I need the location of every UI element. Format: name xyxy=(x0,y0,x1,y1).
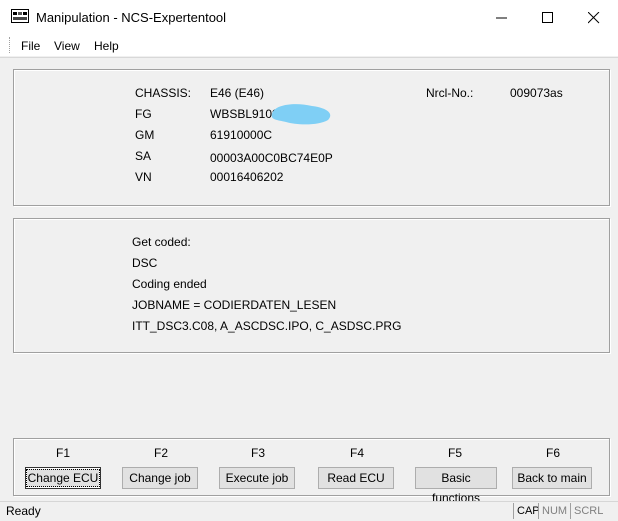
change-job-button[interactable]: Change job xyxy=(122,467,198,489)
fkey-label-f2: F2 xyxy=(153,446,168,460)
change-ecu-button[interactable]: Change ECU xyxy=(25,467,101,489)
menu-grip xyxy=(9,37,12,53)
nrcl-value: 009073as xyxy=(510,86,563,100)
basic-functions-button[interactable]: Basic functions xyxy=(415,467,497,505)
sa-label: SA xyxy=(135,149,152,163)
fg-label: FG xyxy=(135,107,152,121)
log-line: Get coded: xyxy=(132,235,191,249)
fkey-label-f5: F5 xyxy=(447,446,462,460)
maximize-button[interactable] xyxy=(525,0,571,34)
caps-lock-indicator: CAP xyxy=(513,503,540,519)
menu-file[interactable]: File xyxy=(21,39,40,53)
app-icon xyxy=(11,9,29,23)
minimize-button[interactable] xyxy=(479,0,525,34)
vn-value: 00016406202 xyxy=(210,170,284,184)
redaction-blob xyxy=(271,104,331,125)
vn-label: VN xyxy=(135,170,152,184)
fkey-label-f3: F3 xyxy=(250,446,265,460)
log-line: ITT_DSC3.C08, A_ASCDSC.IPO, C_ASDSC.PRG xyxy=(132,319,402,333)
status-text: Ready xyxy=(6,504,41,518)
fkey-label-f4: F4 xyxy=(349,446,364,460)
close-button[interactable] xyxy=(571,0,617,34)
chassis-label: CHASSIS: xyxy=(135,86,192,100)
read-ecu-button[interactable]: Read ECU xyxy=(318,467,394,489)
menu-bar xyxy=(0,34,618,56)
back-to-main-button[interactable]: Back to main xyxy=(512,467,592,489)
maximize-icon xyxy=(542,12,553,23)
menu-help[interactable]: Help xyxy=(94,39,119,53)
num-lock-indicator: NUM xyxy=(538,503,567,519)
scroll-lock-indicator: SCRL xyxy=(570,503,603,519)
gm-value: 61910000C xyxy=(210,128,273,142)
menu-view[interactable]: View xyxy=(54,39,80,53)
fkey-label-f1: F1 xyxy=(55,446,70,460)
close-icon xyxy=(588,12,600,24)
minimize-icon xyxy=(496,17,507,19)
chassis-value: E46 (E46) xyxy=(210,86,265,100)
title-bar[interactable]: Manipulation - NCS-Expertentool xyxy=(0,0,618,35)
log-line: JOBNAME = CODIERDATEN_LESEN xyxy=(132,298,337,312)
fkey-label-f6: F6 xyxy=(545,446,560,460)
sa-value: 00003A00C0BC74E0P xyxy=(210,151,333,165)
window-title: Manipulation - NCS-Expertentool xyxy=(36,10,227,25)
log-line: Coding ended xyxy=(132,277,207,291)
log-line: DSC xyxy=(132,256,158,270)
gm-label: GM xyxy=(135,128,155,142)
nrcl-label: Nrcl-No.: xyxy=(426,86,474,100)
execute-job-button[interactable]: Execute job xyxy=(219,467,295,489)
